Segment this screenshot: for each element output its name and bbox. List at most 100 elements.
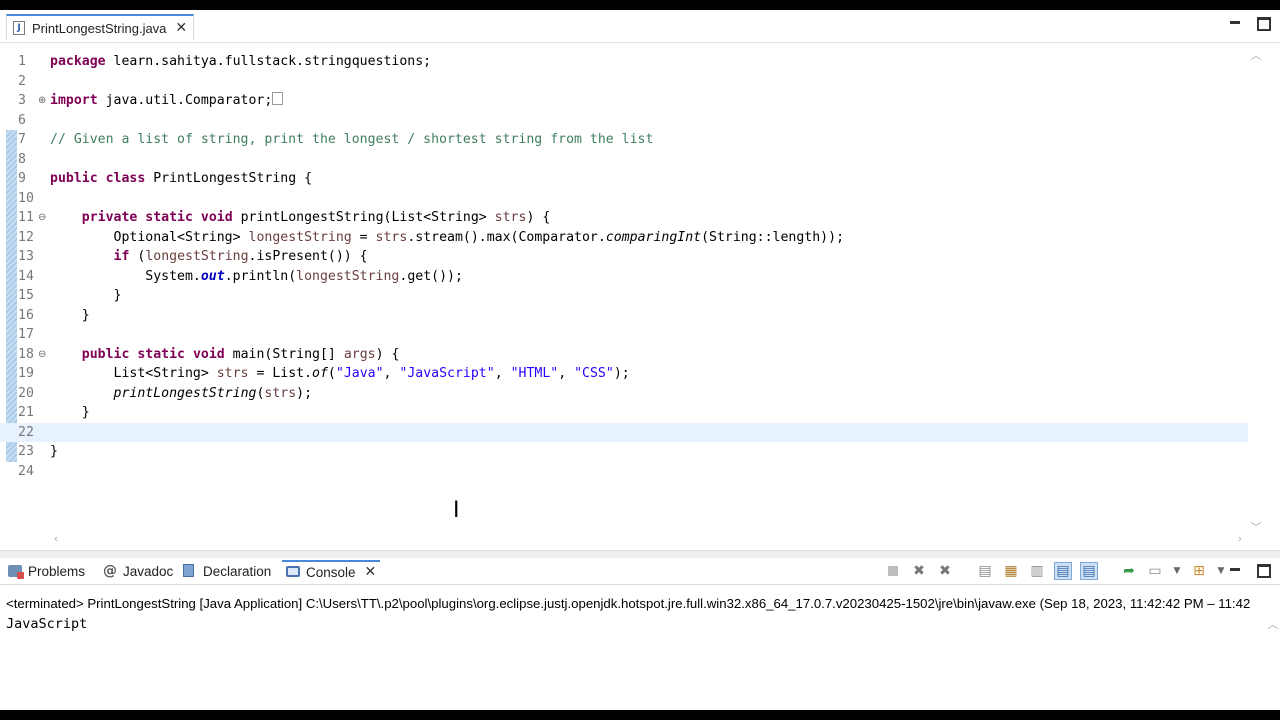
line-number: 11 xyxy=(18,210,34,225)
editor-tab-printlongeststring[interactable]: J PrintLongestString.java ✕ xyxy=(6,14,195,40)
code-token: longestString xyxy=(248,229,352,245)
code-line[interactable]: 16 } xyxy=(0,306,1248,326)
collapse-fold-icon[interactable]: ⊖ xyxy=(38,208,46,228)
declaration-icon xyxy=(183,564,197,578)
pin-console-icon[interactable]: ➦ xyxy=(1120,562,1138,580)
code-text: Optional<String> longestString = strs.st… xyxy=(50,228,845,248)
scroll-down-icon[interactable]: ﹀ xyxy=(1248,519,1264,535)
scroll-left-icon[interactable]: ‹ xyxy=(48,532,64,545)
remove-all-terminated-icon[interactable]: ✖ xyxy=(936,562,954,580)
maximize-icon[interactable] xyxy=(1256,563,1271,578)
close-icon[interactable]: ✕ xyxy=(175,20,187,36)
code-line[interactable]: 13 if (longestString.isPresent()) { xyxy=(0,247,1248,267)
collapse-fold-icon[interactable]: ⊖ xyxy=(38,345,46,365)
line-number: 15 xyxy=(18,288,34,303)
code-token: of xyxy=(312,366,328,381)
display-selected-console-icon[interactable]: ▭ xyxy=(1146,562,1164,580)
code-line[interactable]: 1 package learn.sahitya.fullstack.stringq… xyxy=(0,52,1248,72)
code-token: "HTML" xyxy=(510,366,559,381)
line-number: 14 xyxy=(18,268,34,284)
code-token: void xyxy=(192,346,225,362)
code-line[interactable]: 15 } xyxy=(0,286,1248,306)
open-console-icon[interactable]: ⊞ xyxy=(1190,562,1208,580)
console-output-area[interactable]: JavaScript xyxy=(0,614,1266,710)
code-line[interactable]: 7 // Given a list of string, print the lo… xyxy=(0,130,1248,150)
show-console-stdout-icon[interactable]: ▤ xyxy=(1054,562,1072,580)
code-token: printLongestString xyxy=(113,385,257,401)
expand-fold-icon[interactable]: ⊕ xyxy=(38,91,46,111)
line-number: 16 xyxy=(18,307,34,323)
code-line[interactable]: 17 xyxy=(0,325,1248,345)
code-line[interactable]: 11 ⊖ private static void printLongestStri… xyxy=(0,208,1248,228)
code-token: public xyxy=(81,346,130,362)
show-console-stderr-icon[interactable]: ▤ xyxy=(1080,562,1098,580)
java-file-icon: J xyxy=(13,21,25,35)
tab-declaration[interactable]: Declaration xyxy=(183,560,271,582)
code-editor[interactable]: 1 package learn.sahitya.fullstack.stringq… xyxy=(0,43,1248,533)
code-token: = List. xyxy=(248,366,313,381)
tab-problems-label: Problems xyxy=(28,563,86,579)
line-number: 22 xyxy=(18,424,34,440)
close-icon[interactable]: ✕ xyxy=(365,564,377,580)
editor-tab-label: PrintLongestString.java xyxy=(32,20,167,36)
code-line[interactable]: 6 xyxy=(0,111,1248,131)
line-number: 10 xyxy=(18,190,34,206)
code-token: strs xyxy=(375,229,408,245)
code-text: // Given a list of string, print the lon… xyxy=(50,130,653,150)
editor-vertical-scrollbar[interactable]: ︿ ﹀ xyxy=(1248,43,1264,535)
minimize-icon[interactable] xyxy=(1228,16,1242,30)
code-token: } xyxy=(50,444,58,459)
line-number: 21 xyxy=(18,405,34,420)
scroll-right-icon[interactable]: › xyxy=(1232,532,1248,545)
eclipse-window: J PrintLongestString.java ✕ 1 package lea… xyxy=(0,10,1280,710)
scroll-up-icon[interactable]: ︿ xyxy=(1248,47,1264,63)
code-text: public class PrintLongestString { xyxy=(50,169,312,189)
show-on-output-icon[interactable]: ▥ xyxy=(1028,562,1046,580)
tab-console[interactable]: Console ✕ xyxy=(282,560,381,582)
line-number: 7 xyxy=(18,132,26,147)
tab-problems[interactable]: Problems xyxy=(8,560,85,582)
code-token: static xyxy=(145,210,193,225)
remove-launch-icon[interactable]: ✖ xyxy=(910,562,928,580)
editor-horizontal-scrollbar[interactable]: ‹ › xyxy=(48,531,1248,547)
chevron-down-icon[interactable]: ▼ xyxy=(1216,562,1226,580)
code-line[interactable]: 14 System.out.println(longestString.get(… xyxy=(0,267,1248,287)
code-line[interactable]: 10 xyxy=(0,189,1248,209)
code-token: ) { xyxy=(375,346,400,362)
line-number: 18 xyxy=(18,346,34,362)
code-line[interactable]: 9 public class PrintLongestString { xyxy=(0,169,1248,189)
console-vertical-scrollbar[interactable]: ︿ xyxy=(1266,614,1280,710)
code-token: , xyxy=(494,366,511,381)
javadoc-icon: @ xyxy=(103,563,117,579)
code-line[interactable]: 20 printLongestString(strs); xyxy=(0,384,1248,404)
word-wrap-icon[interactable]: ▦ xyxy=(1002,562,1020,580)
code-line[interactable]: 19 List<String> strs = List.of("Java", "… xyxy=(0,364,1248,384)
code-line[interactable]: 8 xyxy=(0,150,1248,170)
code-line[interactable]: 21 } xyxy=(0,403,1248,423)
editor-window-controls xyxy=(1228,16,1271,31)
code-line[interactable]: 3 ⊕ import java.util.Comparator; xyxy=(0,91,1248,111)
maximize-icon[interactable] xyxy=(1256,16,1271,31)
code-token: void xyxy=(200,210,233,225)
code-text: } xyxy=(50,442,58,462)
line-number: 2 xyxy=(18,73,26,89)
code-line[interactable]: 24 xyxy=(0,462,1248,482)
scroll-up-icon[interactable]: ︿ xyxy=(1266,616,1280,632)
minimize-icon[interactable] xyxy=(1228,563,1242,577)
tab-javadoc[interactable]: @ Javadoc xyxy=(103,560,173,582)
folded-region-icon[interactable] xyxy=(272,92,284,105)
code-line[interactable]: 2 xyxy=(0,72,1248,92)
terminate-icon[interactable] xyxy=(884,562,902,580)
code-line[interactable]: 23} xyxy=(0,442,1248,462)
code-line[interactable]: 18 ⊖ public static void main(String[] arg… xyxy=(0,345,1248,365)
current-code-line[interactable]: 22 xyxy=(0,422,1248,442)
editor-tab-bar: J PrintLongestString.java ✕ xyxy=(0,10,1280,43)
scroll-lock-icon[interactable]: ▤ xyxy=(976,562,994,580)
line-number: 1 xyxy=(18,54,26,69)
chevron-down-icon[interactable]: ▼ xyxy=(1172,562,1182,580)
code-line[interactable]: 12 Optional<String> longestString = strs… xyxy=(0,228,1248,248)
